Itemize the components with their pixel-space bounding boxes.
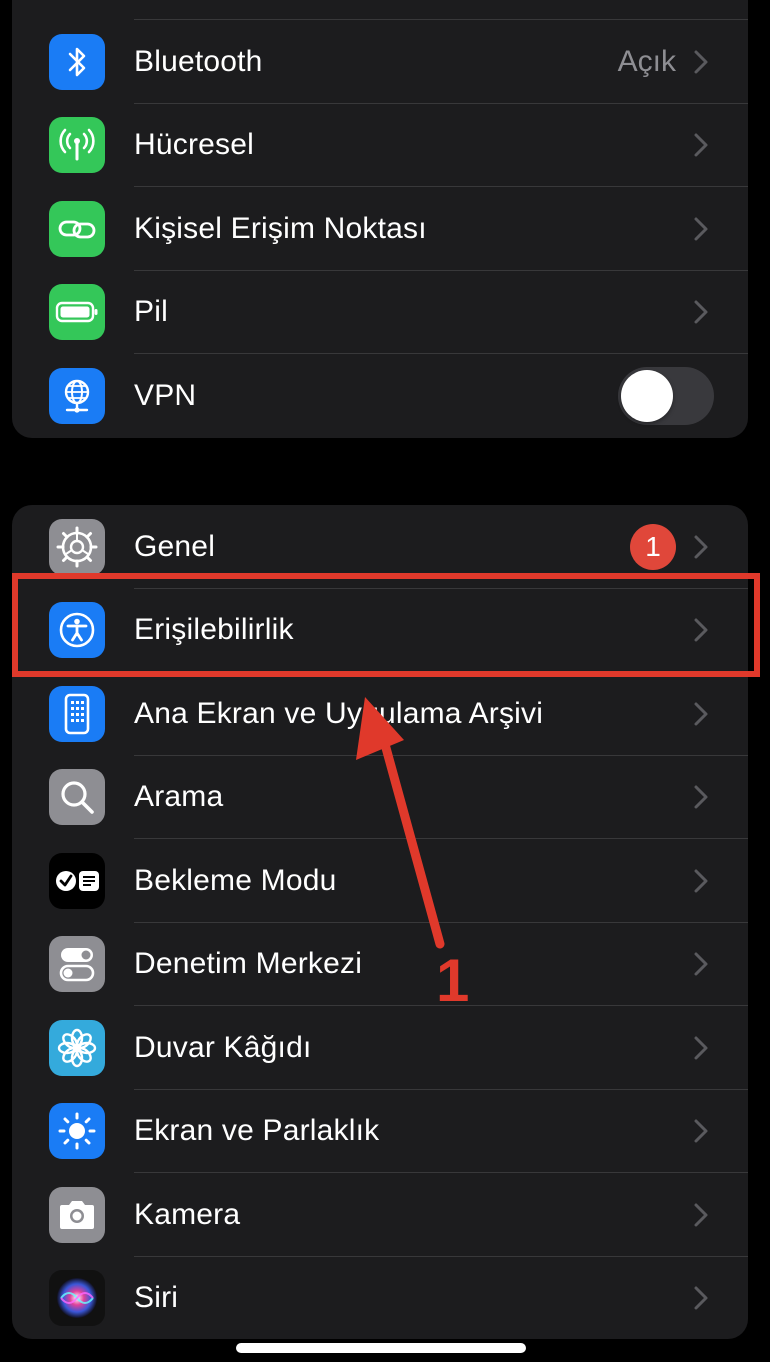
siri-icon: [49, 1270, 105, 1327]
settings-row-general[interactable]: Genel 1: [12, 505, 748, 589]
previous-row-stub: [12, 0, 748, 20]
battery-icon: [49, 284, 105, 341]
row-label: Ekran ve Parlaklık: [134, 1114, 380, 1148]
chevron-right-icon: [694, 869, 708, 893]
bluetooth-status-value: Açık: [617, 44, 676, 78]
network-settings-group: Bluetooth Açık Hücresel Kişisel Erişim N…: [12, 0, 748, 438]
toggle-knob: [621, 369, 673, 422]
home-screen-icon: [49, 685, 105, 742]
annotation-number: 1: [436, 947, 470, 1014]
home-indicator[interactable]: [236, 1343, 526, 1353]
settings-row-camera[interactable]: Kamera: [12, 1173, 748, 1257]
standby-icon: [49, 852, 105, 909]
chevron-right-icon: [694, 1203, 708, 1227]
chevron-right-icon: [694, 1036, 708, 1060]
chevron-right-icon: [694, 535, 708, 559]
settings-row-display-brightness[interactable]: Ekran ve Parlaklık: [12, 1090, 748, 1173]
chevron-right-icon: [694, 702, 708, 726]
row-label: Erişilebilirlik: [134, 613, 294, 647]
settings-row-home-screen[interactable]: Ana Ekran ve Uygulama Arşivi: [12, 672, 748, 756]
row-label: Kişisel Erişim Noktası: [134, 211, 427, 245]
camera-icon: [49, 1186, 105, 1243]
settings-row-battery[interactable]: Pil: [12, 271, 748, 354]
row-label: VPN: [134, 378, 197, 412]
sun-icon: [49, 1103, 105, 1160]
gear-icon: [49, 518, 105, 575]
settings-row-search[interactable]: Arama: [12, 756, 748, 839]
row-label: Bekleme Modu: [134, 863, 337, 897]
row-label: Bluetooth: [134, 44, 263, 78]
settings-row-vpn: VPN: [12, 354, 748, 438]
settings-row-bluetooth[interactable]: Bluetooth Açık: [12, 20, 748, 104]
accessibility-icon: [49, 602, 105, 659]
flower-icon: [49, 1019, 105, 1076]
settings-row-personal-hotspot[interactable]: Kişisel Erişim Noktası: [12, 187, 748, 271]
row-label: Hücresel: [134, 128, 254, 162]
globe-network-icon: [49, 367, 105, 424]
settings-screen: Bluetooth Açık Hücresel Kişisel Erişim N…: [0, 0, 770, 1362]
notification-badge: 1: [630, 523, 676, 570]
settings-row-siri[interactable]: Siri: [12, 1257, 748, 1340]
row-label: Ana Ekran ve Uygulama Arşivi: [134, 696, 544, 730]
vpn-toggle[interactable]: [618, 366, 714, 425]
chevron-right-icon: [694, 1286, 708, 1310]
chevron-right-icon: [694, 133, 708, 157]
chevron-right-icon: [694, 50, 708, 74]
settings-row-wallpaper[interactable]: Duvar Kâğıdı: [12, 1006, 748, 1090]
chevron-right-icon: [694, 217, 708, 241]
bluetooth-icon: [49, 33, 105, 90]
chevron-right-icon: [694, 618, 708, 642]
chevron-right-icon: [694, 785, 708, 809]
link-chain-icon: [49, 200, 105, 257]
settings-row-control-center[interactable]: Denetim Merkezi: [12, 923, 748, 1006]
switches-icon: [49, 936, 105, 993]
settings-row-cellular[interactable]: Hücresel: [12, 104, 748, 187]
row-label: Genel: [134, 529, 216, 563]
row-label: Kamera: [134, 1197, 241, 1231]
row-label: Siri: [134, 1281, 179, 1315]
row-label: Arama: [134, 780, 224, 814]
antenna-icon: [49, 117, 105, 174]
settings-row-accessibility[interactable]: Erişilebilirlik: [12, 589, 748, 672]
row-label: Pil: [134, 295, 168, 329]
chevron-right-icon: [694, 952, 708, 976]
row-label: Denetim Merkezi: [134, 947, 363, 981]
search-icon: [49, 769, 105, 826]
chevron-right-icon: [694, 300, 708, 324]
row-label: Duvar Kâğıdı: [134, 1030, 312, 1064]
general-settings-group: Genel 1 Erişilebilirlik Ana Ekran ve Uyg…: [12, 505, 748, 1339]
chevron-right-icon: [694, 1119, 708, 1143]
settings-row-standby[interactable]: Bekleme Modu: [12, 839, 748, 923]
